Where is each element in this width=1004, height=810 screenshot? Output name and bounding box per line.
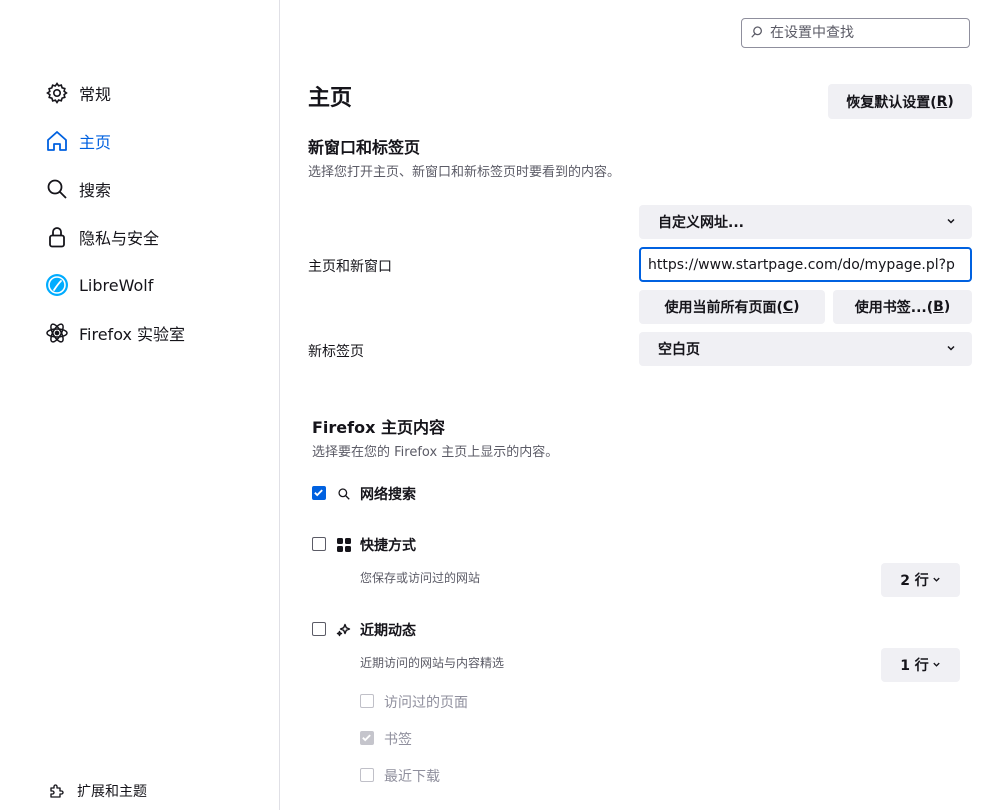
homepage-label: 主页和新窗口 — [308, 259, 392, 275]
access-key: B — [933, 299, 944, 315]
sidebar-item-label: LibreWolf — [79, 275, 154, 295]
shortcuts-desc: 您保存或访问过的网站 — [360, 571, 481, 585]
sidebar-item-labs[interactable]: Firefox 实验室 — [44, 319, 185, 347]
sidebar-item-label: 常规 — [79, 85, 112, 104]
recent-downloads-checkbox[interactable] — [360, 768, 374, 782]
chevron-down-icon — [932, 572, 941, 588]
select-value: 1 行 — [900, 658, 929, 674]
section-desc-home-content: 选择要在您的 Firefox 主页上显示的内容。 — [312, 445, 559, 460]
labs-icon — [44, 320, 70, 346]
url-value: https://www.startpage.com/do/mypage.pl?p — [648, 256, 955, 273]
button-label: 恢复默认设置( — [846, 94, 937, 111]
home-icon — [44, 128, 70, 154]
use-bookmark-button[interactable]: 使用书签...(B) — [833, 290, 972, 324]
select-value: 自定义网址... — [658, 215, 744, 231]
chevron-down-icon — [946, 214, 956, 230]
option-label: 近期动态 — [360, 623, 416, 639]
librewolf-icon — [44, 272, 70, 298]
access-key: R — [936, 93, 948, 110]
button-label-end: ) — [793, 299, 800, 315]
shortcuts-rows-select[interactable]: 2 行 — [881, 563, 960, 597]
access-key: C — [782, 299, 794, 315]
sidebar-item-librewolf[interactable]: LibreWolf — [44, 271, 153, 299]
bookmarks-label: 书签 — [384, 732, 412, 748]
shortcuts-icon — [336, 537, 352, 553]
use-current-pages-button[interactable]: 使用当前所有页面(C) — [639, 290, 825, 324]
section-desc-new-windows: 选择您打开主页、新窗口和新标签页时要看到的内容。 — [308, 165, 621, 180]
settings-search[interactable] — [741, 18, 970, 48]
sidebar-bottom-label: 扩展和主题 — [77, 784, 147, 800]
shortcuts-option: 快捷方式 — [336, 535, 416, 555]
section-heading-new-windows: 新窗口和标签页 — [308, 138, 421, 157]
sidebar-item-label: 主页 — [79, 133, 112, 152]
visited-pages-label: 访问过的页面 — [384, 695, 468, 711]
sidebar-item-home[interactable]: 主页 — [44, 127, 111, 155]
recent-activity-checkbox[interactable] — [312, 622, 326, 636]
chevron-down-icon — [932, 657, 941, 673]
sidebar-item-privacy[interactable]: 隐私与安全 — [44, 223, 159, 251]
sparkle-icon — [336, 622, 352, 638]
restore-defaults-button[interactable]: 恢复默认设置(R) — [828, 84, 972, 119]
newtab-select[interactable]: 空白页 — [639, 332, 972, 366]
sidebar-item-search[interactable]: 搜索 — [44, 175, 111, 203]
gear-icon — [44, 80, 70, 106]
button-label-end: ) — [943, 299, 951, 315]
section-heading-home-content: Firefox 主页内容 — [312, 418, 446, 437]
chevron-down-icon — [946, 341, 956, 357]
search-icon — [336, 486, 352, 502]
homepage-select[interactable]: 自定义网址... — [639, 205, 972, 239]
shortcuts-checkbox[interactable] — [312, 537, 326, 551]
recent-activity-desc: 近期访问的网站与内容精选 — [360, 656, 505, 670]
select-value: 空白页 — [658, 342, 700, 358]
bookmarks-checkbox[interactable] — [360, 731, 374, 745]
sidebar-item-addons[interactable]: 扩展和主题 — [46, 778, 147, 804]
web-search-option: 网络搜索 — [336, 484, 416, 504]
button-label: 使用当前所有页面( — [664, 300, 783, 316]
recent-rows-select[interactable]: 1 行 — [881, 648, 960, 682]
recent-activity-option: 近期动态 — [336, 620, 416, 640]
sidebar-item-label: 搜索 — [79, 181, 112, 200]
search-input[interactable] — [768, 24, 962, 42]
select-value: 2 行 — [900, 573, 929, 589]
sidebar-item-general[interactable]: 常规 — [44, 79, 111, 107]
button-label-end: ) — [947, 93, 954, 110]
sidebar: 常规 主页 搜索 隐私与安全 LibreWolf Firefox 实验室 扩展和… — [0, 0, 280, 810]
lock-icon — [44, 224, 70, 250]
option-label: 网络搜索 — [360, 487, 416, 503]
page-title: 主页 — [308, 86, 353, 111]
search-icon — [750, 24, 764, 43]
button-label: 使用书签...( — [854, 300, 934, 316]
recent-downloads-label: 最近下载 — [384, 769, 440, 785]
sidebar-item-label: Firefox 实验室 — [79, 325, 186, 344]
newtab-label: 新标签页 — [308, 344, 364, 360]
search-icon — [44, 176, 70, 202]
puzzle-icon — [46, 780, 68, 802]
homepage-url-input[interactable]: https://www.startpage.com/do/mypage.pl?p — [639, 247, 972, 282]
web-search-checkbox[interactable] — [312, 486, 326, 500]
option-label: 快捷方式 — [360, 538, 416, 554]
sidebar-item-label: 隐私与安全 — [79, 229, 160, 248]
visited-pages-checkbox[interactable] — [360, 694, 374, 708]
